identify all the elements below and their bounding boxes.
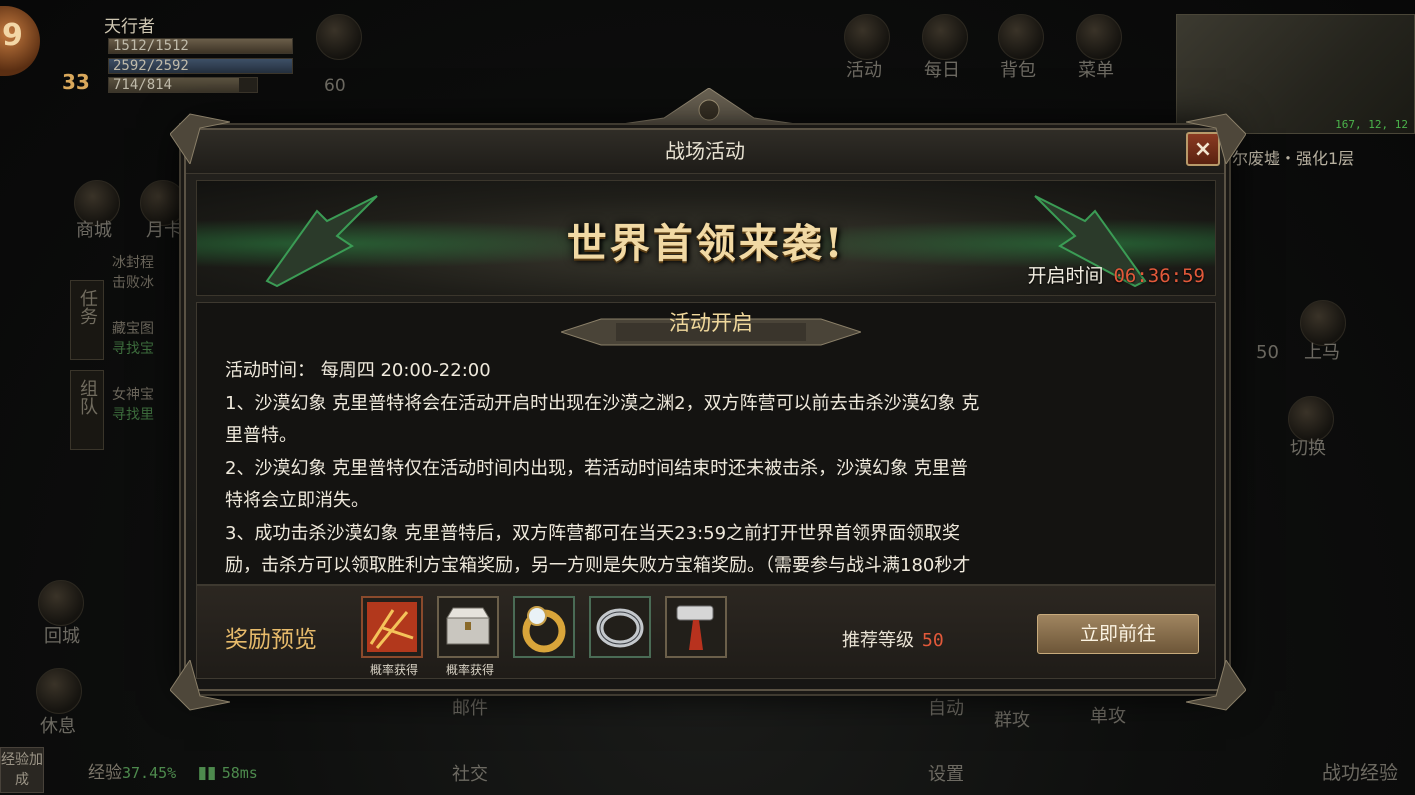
menu-icon[interactable] [1076,14,1122,60]
silver-chest-icon [446,607,490,645]
reward-preview-label: 奖励预览 [225,627,317,653]
corner-ornament-top-left [170,113,230,164]
exp-value: 37.45% [122,764,177,782]
player-name: 天行者 [104,17,155,37]
reward-caption: 概率获得 [445,663,494,677]
menu-mail[interactable]: 邮件 [452,694,488,720]
quest-desc: 寻找宝 [112,341,154,357]
player-status-panel: 9 天行者 1512/1512 2592/2592 714/814 33 [0,0,310,100]
compass-icon[interactable] [316,14,362,60]
menu-bag[interactable]: 背包 [1000,56,1036,82]
rest-icon[interactable] [36,668,82,714]
quest-item[interactable]: 藏宝图 寻找宝 [112,318,154,358]
tab-team-label: 组队 [77,379,98,415]
menu-menu[interactable]: 菜单 [1078,56,1114,82]
menu-return-town[interactable]: 回城 [44,622,80,648]
open-time-label: 开启时间 [1027,265,1104,287]
reward-item-5[interactable] [665,596,727,658]
red-chest-icon [367,602,417,652]
exp-readout: 经验37.45% ▮▮ 58ms [88,758,258,783]
open-time-countdown: 06:36:59 [1113,265,1205,287]
quest-name: 藏宝图 [112,321,154,337]
reward-item-2[interactable] [437,596,499,658]
silver-ring-icon [596,608,644,648]
player-level: 33 [62,70,90,94]
signal-icon: ▮▮ [197,763,217,783]
hp-value: 1512/1512 [113,38,189,54]
go-now-button[interactable]: 立即前往 [1037,614,1199,654]
quest-desc: 击败冰 [112,275,154,291]
description-line: 励，击杀方可以领取胜利方宝箱奖励，另一方则是失败方宝箱奖励。（需要参与战斗满18… [225,555,971,576]
menu-settings[interactable]: 设置 [928,760,964,786]
exp-bonus-badge[interactable]: 经验加成 [0,747,44,793]
reward-preview-bar: 奖励预览 概率获得 概率获得 推荐等级 50 立即前往 [196,585,1216,679]
description-line: 2、沙漠幻象 克里普特仅在活动时间内出现，若活动时间结束时还未被击杀，沙漠幻象 … [225,457,968,479]
circle-value: 60 [324,76,346,96]
battlefield-activity-dialog: 战场活动 × 世界首领来袭! 开启时间 06:36:59 活动开启 活动时间： 每… [184,128,1226,691]
menu-rest[interactable]: 休息 [40,712,76,738]
menu-daily[interactable]: 每日 [924,56,960,82]
quest-item[interactable]: 女神宝 寻找里 [112,384,154,424]
dialog-title: 战场活动 [186,130,1224,174]
recommended-level-label: 推荐等级 [842,630,914,651]
menu-group-attack[interactable]: 群攻 [994,706,1030,732]
tab-quests-label: 任务 [77,289,98,325]
description-line: 特将会立即消失。 [225,490,369,511]
menu-switch[interactable]: 切换 [1290,434,1326,460]
tab-quests[interactable]: 任务 [70,280,104,360]
activity-description[interactable]: 活动开启 活动时间： 每周四 20:00-22:00 1、沙漠幻象 克里普特将会… [196,302,1216,585]
description-line: 3、成功击杀沙漠幻象 克里普特后，双方阵营都可在当天23:59之前打开世界首领界… [225,522,961,544]
recommended-level-value: 50 [922,630,944,651]
section-title: 活动开启 [669,311,753,335]
recommended-level: 推荐等级 50 [842,626,944,652]
exp-label: 经验 [88,763,122,783]
daily-icon[interactable] [922,14,968,60]
gold-ring-icon [522,606,566,653]
quest-name: 女神宝 [112,387,154,403]
vip-level: 9 [2,18,23,53]
activity-icon[interactable] [844,14,890,60]
quest-desc: 寻找里 [112,407,154,423]
map-name: 尔废墟・强化1层 [1232,149,1355,168]
description-line: 活动时间： 每周四 20:00-22:00 [225,360,491,381]
merit-exp-label: 战功经验 [1322,762,1399,784]
xp-bar: 714/814 [108,77,258,93]
menu-single-attack[interactable]: 单攻 [1090,702,1126,728]
reward-caption: 概率获得 [369,663,418,677]
menu-social[interactable]: 社交 [452,760,488,786]
menu-mount[interactable]: 上马 [1304,338,1340,364]
event-banner: 世界首领来袭! 开启时间 06:36:59 [196,180,1216,296]
reward-item-4[interactable] [589,596,651,658]
mp-bar: 2592/2592 [108,58,293,74]
description-text: 活动时间： 每周四 20:00-22:00 1、沙漠幻象 克里普特将会在活动开启… [225,355,1195,583]
menu-activity[interactable]: 活动 [846,56,882,82]
right-number: 50 [1256,342,1279,363]
open-time: 开启时间 06:36:59 [1027,261,1205,288]
quest-name: 冰封程 [112,255,154,271]
menu-auto[interactable]: 自动 [928,694,964,720]
reward-item-3[interactable] [513,596,575,658]
description-line: 里普特。 [225,425,297,446]
bag-icon[interactable] [998,14,1044,60]
menu-shop[interactable]: 商城 [76,216,112,242]
corner-ornament-top-right [1186,113,1246,164]
hp-bar: 1512/1512 [108,38,293,54]
hammer-icon [676,605,714,650]
corner-ornament-bottom-left [170,660,230,711]
corner-ornament-bottom-right [1186,660,1246,711]
ping-value: 58ms [221,764,258,782]
reward-item-1[interactable] [361,596,423,658]
minimap-coordinates: 167, 12, 12 [1335,118,1408,131]
menu-monthly-card[interactable]: 月卡 [146,216,182,242]
tab-team[interactable]: 组队 [70,370,104,450]
description-line: 1、沙漠幻象 克里普特将会在活动开启时出现在沙漠之渊2，双方阵营可以前去击杀沙漠… [225,392,980,414]
xp-value: 714/814 [113,77,173,93]
quest-item[interactable]: 冰封程 击败冰 [112,252,154,292]
return-town-icon[interactable] [38,580,84,626]
mp-value: 2592/2592 [113,58,189,74]
